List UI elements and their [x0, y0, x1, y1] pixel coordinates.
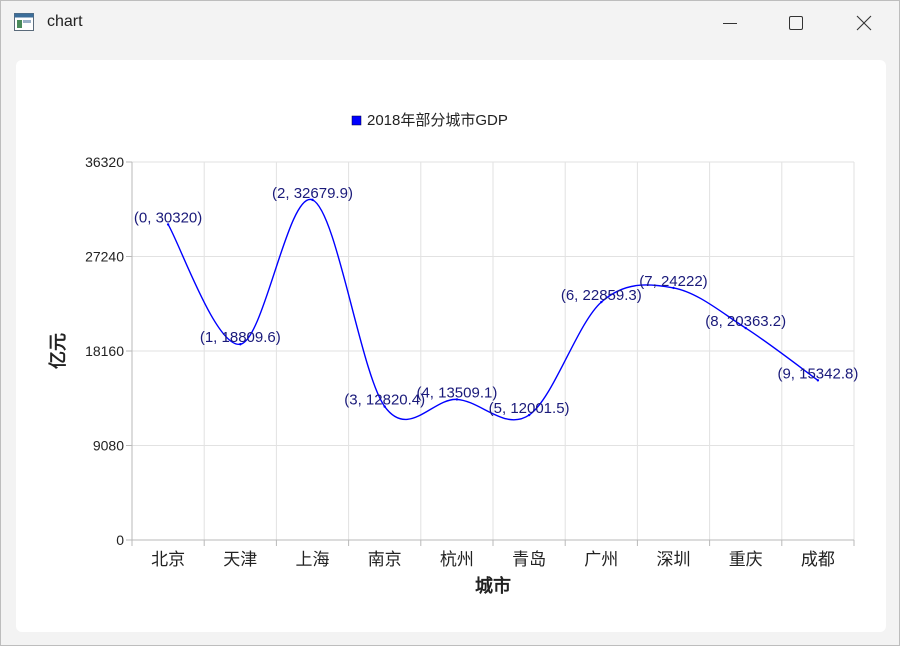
x-tick-label: 北京: [151, 550, 185, 569]
x-tick-label: 广州: [584, 550, 618, 569]
x-tick-label: 青岛: [512, 550, 546, 569]
y-tick-label: 27240: [85, 249, 124, 265]
app-window-icon: [14, 13, 34, 31]
point-label: (9, 15342.8): [777, 365, 858, 382]
point-label: (4, 13509.1): [416, 384, 497, 401]
x-tick-label: 南京: [368, 550, 402, 569]
point-label: (1, 18809.6): [200, 329, 281, 346]
y-tick-label: 9080: [93, 438, 124, 454]
y-axis-title: 亿元: [47, 333, 68, 369]
x-tick-label: 杭州: [440, 550, 474, 569]
chart-view: 0 9080 18160 27240 36320 北京 天津 上海 南京 杭州 青岛 广州 深圳 重庆 成都…: [16, 60, 886, 632]
point-label: (7, 24222): [639, 273, 707, 290]
maximize-button[interactable]: [763, 1, 829, 45]
app-window: chart 0 9080 18160 27240 36320 北京 天津 上海 南京 杭州 青岛 广州…: [0, 0, 900, 646]
point-label: (3, 12820.4): [344, 392, 425, 409]
legend-marker[interactable]: [351, 115, 362, 126]
point-label: (5, 12001.5): [489, 400, 570, 417]
point-label: (0, 30320): [134, 209, 202, 226]
line-chart: 0 9080 18160 27240 36320 北京 天津 上海 南京 杭州 青岛 广州 深圳 重庆 成都…: [47, 112, 858, 596]
x-tick-label: 重庆: [729, 550, 763, 569]
y-tick-label: 18160: [85, 343, 124, 359]
x-tick-label: 上海: [296, 550, 330, 569]
minimize-button[interactable]: [697, 1, 763, 45]
point-label: (8, 20363.2): [705, 313, 786, 330]
y-tick-label: 0: [116, 532, 124, 548]
x-axis-title: 城市: [475, 575, 511, 596]
point-label: (6, 22859.3): [561, 287, 642, 304]
close-icon: [856, 15, 872, 31]
close-button[interactable]: [831, 1, 897, 45]
window-title: chart: [47, 13, 83, 30]
title-bar[interactable]: chart: [1, 1, 899, 45]
point-label: (2, 32679.9): [272, 185, 353, 202]
x-tick-label: 成都: [801, 550, 835, 569]
y-tick-label: 36320: [85, 154, 124, 170]
x-tick-label: 深圳: [657, 550, 691, 569]
maximize-icon: [789, 16, 803, 30]
legend-label[interactable]: 2018年部分城市GDP: [367, 112, 508, 129]
x-tick-label: 天津: [223, 550, 257, 569]
minimize-icon: [723, 23, 737, 24]
